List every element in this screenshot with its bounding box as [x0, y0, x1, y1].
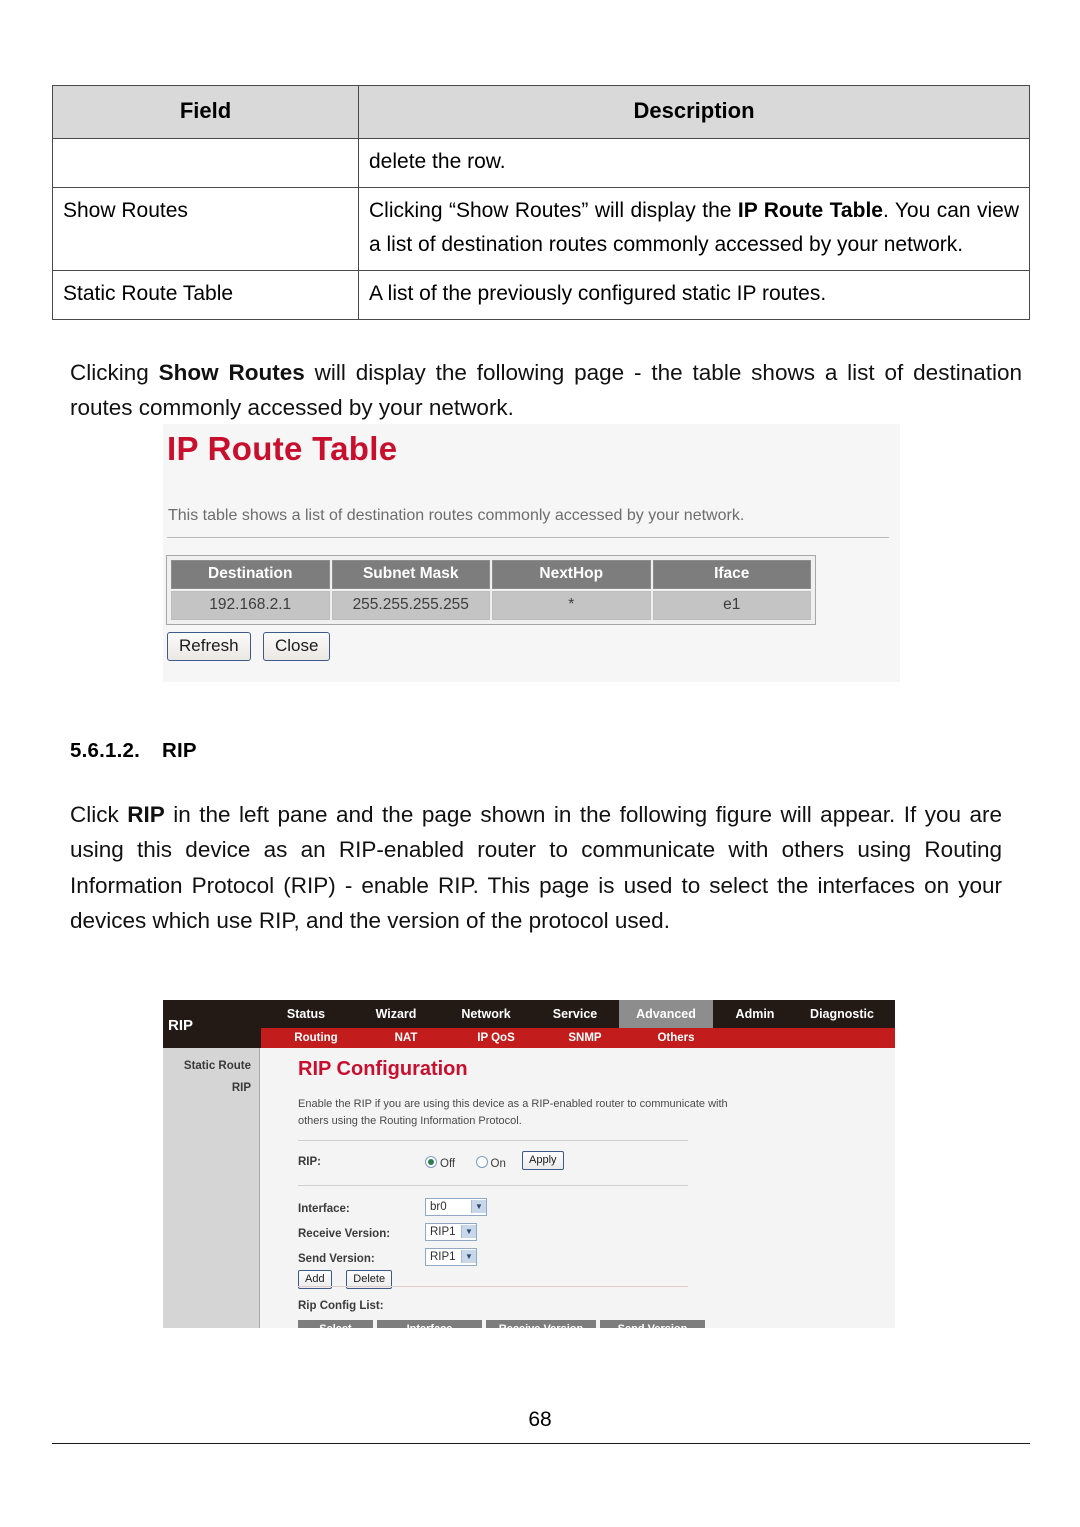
config-column-interface: Interface [377, 1320, 482, 1328]
route-column-iface: Iface [652, 560, 811, 589]
divider [298, 1185, 688, 1186]
heading-text: RIP [162, 739, 197, 762]
paragraph-text-pre: Clicking [70, 359, 159, 385]
description-cell: delete the row. [358, 137, 1030, 188]
nav-item-status[interactable]: Status [261, 1000, 351, 1021]
paragraph-text-post: in the left pane and the page shown in t… [70, 801, 1002, 934]
nav-item-service[interactable]: Service [531, 1000, 619, 1021]
radio-on-icon[interactable] [475, 1156, 488, 1168]
table-row: delete the row. [52, 137, 1030, 188]
receive-version-label: Receive Version: [298, 1228, 391, 1240]
rip-config-description: Enable the RIP if you are using this dev… [298, 1098, 728, 1127]
route-cell-destination: 192.168.2.1 [171, 591, 330, 620]
config-column-select: Select [298, 1320, 373, 1328]
description-cell: Clicking “Show Routes” will display the … [358, 186, 1030, 271]
route-table: Destination Subnet Mask NextHop Iface 19… [169, 558, 813, 622]
table-header-row: Field Description [52, 85, 1030, 139]
rip-toggle-radio-group[interactable]: Off On [425, 1156, 506, 1170]
paragraph-text-pre: Click [70, 801, 128, 827]
subnav-item-snmp[interactable]: SNMP [541, 1032, 629, 1044]
apply-button[interactable]: Apply [522, 1151, 564, 1170]
divider [298, 1140, 688, 1141]
route-table-header-row: Destination Subnet Mask NextHop Iface [171, 560, 811, 589]
rip-config-list-header-row: Select Interface Receive Version Send Ve… [298, 1320, 705, 1328]
rip-config-list-label: Rip Config List: [298, 1300, 384, 1312]
ip-route-table-screenshot: IP Route Table This table shows a list o… [163, 424, 900, 682]
footer-divider [52, 1443, 1030, 1444]
nav-item-wizard[interactable]: Wizard [351, 1000, 441, 1021]
route-table-wrapper: Destination Subnet Mask NextHop Iface 19… [166, 555, 816, 625]
subnav-item-ip-qos[interactable]: IP QoS [451, 1032, 541, 1044]
route-column-nexthop: NextHop [492, 560, 651, 589]
table-row: Static Route Table A list of the previou… [52, 269, 1030, 320]
subnav-item-routing[interactable]: Routing [271, 1032, 361, 1044]
config-column-receive-version: Receive Version [486, 1320, 596, 1328]
send-version-select[interactable]: RIP1 ▼ [425, 1248, 477, 1266]
nav-item-network[interactable]: Network [441, 1000, 531, 1021]
route-cell-nexthop: * [492, 591, 651, 620]
sub-nav: Routing NAT IP QoS SNMP Others [261, 1028, 895, 1048]
sidebar-item-static-route[interactable]: Static Route [163, 1060, 259, 1072]
paragraph-text-bold: RIP [127, 801, 165, 827]
route-cell-iface: e1 [652, 591, 811, 620]
chevron-down-icon[interactable]: ▼ [471, 1200, 486, 1213]
apply-button-wrap: Apply [522, 1151, 564, 1170]
radio-on-label: On [490, 1158, 506, 1170]
nav-item-admin[interactable]: Admin [713, 1000, 797, 1021]
refresh-button[interactable]: Refresh [167, 632, 251, 661]
route-table-button-row: Refresh Close [167, 632, 338, 661]
divider [298, 1286, 688, 1287]
rip-config-content: RIP Configuration Enable the RIP if you … [260, 1048, 895, 1328]
paragraph-rip: Click RIP in the left pane and the page … [70, 797, 1002, 939]
rip-toggle-label: RIP: [298, 1156, 321, 1168]
subnav-item-others[interactable]: Others [629, 1032, 723, 1044]
chevron-down-icon[interactable]: ▼ [461, 1225, 476, 1238]
route-column-subnet-mask: Subnet Mask [331, 560, 490, 589]
nav-item-diagnostic[interactable]: Diagnostic [797, 1000, 887, 1021]
table-row: Show Routes Clicking “Show Routes” will … [52, 186, 1030, 271]
column-header-description: Description [358, 85, 1030, 139]
page-number: 68 [528, 1408, 552, 1431]
section-heading-rip: 5.6.1.2. RIP [70, 739, 197, 763]
rip-config-title: RIP Configuration [298, 1058, 468, 1080]
nav-item-advanced[interactable]: Advanced [619, 1000, 713, 1028]
ip-route-table-subtitle: This table shows a list of destination r… [168, 507, 745, 524]
field-description-table: Field Description delete the row. Show R… [52, 85, 1030, 320]
interface-label: Interface: [298, 1203, 350, 1215]
receive-version-select-value: RIP1 [430, 1225, 456, 1238]
main-nav: Status Wizard Network Service Advanced A… [261, 1000, 887, 1028]
close-button[interactable]: Close [262, 632, 331, 661]
radio-off-label: Off [440, 1158, 456, 1170]
description-text-pre: Clicking “Show Routes” will display the [369, 198, 738, 222]
send-version-select-value: RIP1 [430, 1250, 456, 1263]
paragraph-text-bold: Show Routes [158, 359, 305, 385]
column-header-field: Field [52, 85, 359, 139]
route-cell-subnet-mask: 255.255.255.255 [331, 591, 490, 620]
interface-select-value: br0 [430, 1200, 447, 1213]
description-text-bold: IP Route Table [737, 198, 883, 222]
ip-route-table-title: IP Route Table [167, 430, 398, 467]
rip-configuration-screenshot: RIP Status Wizard Network Service Advanc… [163, 1000, 895, 1328]
subnav-item-nat[interactable]: NAT [361, 1032, 451, 1044]
field-cell: Static Route Table [52, 269, 359, 320]
route-table-row: 192.168.2.1 255.255.255.255 * e1 [171, 591, 811, 620]
route-column-destination: Destination [171, 560, 330, 589]
sidebar-item-rip[interactable]: RIP [163, 1082, 259, 1094]
field-cell: Show Routes [52, 186, 359, 271]
left-sidebar: Static Route RIP [163, 1048, 260, 1328]
chevron-down-icon[interactable]: ▼ [461, 1250, 476, 1263]
config-column-send-version: Send Version [600, 1320, 705, 1328]
interface-select[interactable]: br0 ▼ [425, 1198, 487, 1216]
radio-off-icon[interactable] [425, 1156, 437, 1168]
field-cell [52, 137, 359, 188]
receive-version-select[interactable]: RIP1 ▼ [425, 1223, 477, 1241]
router-brand-label: RIP [168, 1017, 194, 1034]
paragraph-show-routes: Clicking Show Routes will display the fo… [70, 355, 1022, 426]
description-cell: A list of the previously configured stat… [358, 269, 1030, 320]
divider [167, 537, 889, 538]
heading-number: 5.6.1.2. [70, 739, 140, 762]
send-version-label: Send Version: [298, 1253, 375, 1265]
